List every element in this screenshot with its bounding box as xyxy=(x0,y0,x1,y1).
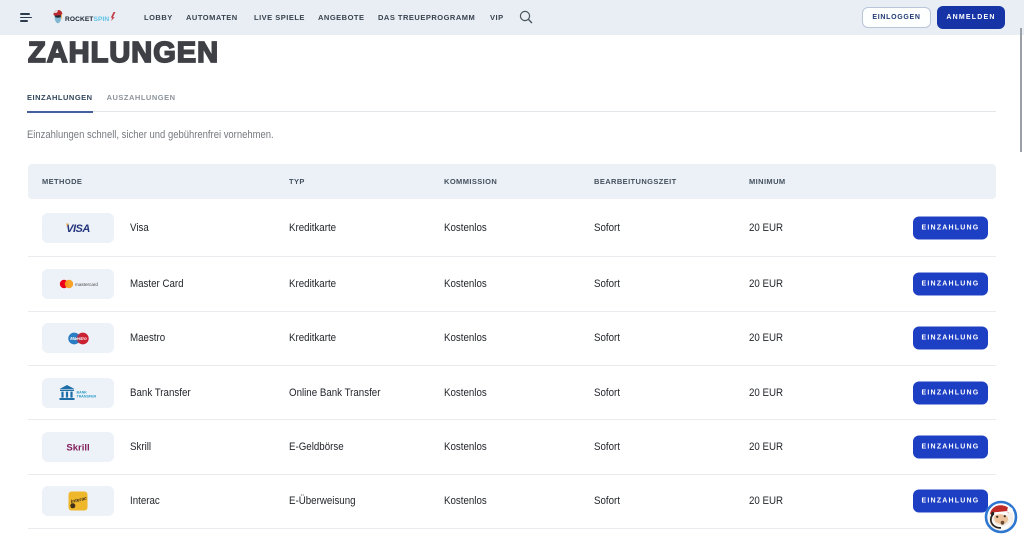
svg-text:VISA: VISA xyxy=(66,223,90,234)
svg-text:Maestro: Maestro xyxy=(70,336,87,341)
svg-text:mastercard: mastercard xyxy=(75,282,98,287)
svg-text:Skrill: Skrill xyxy=(66,443,89,454)
svg-text:TRANSFER: TRANSFER xyxy=(77,395,97,399)
